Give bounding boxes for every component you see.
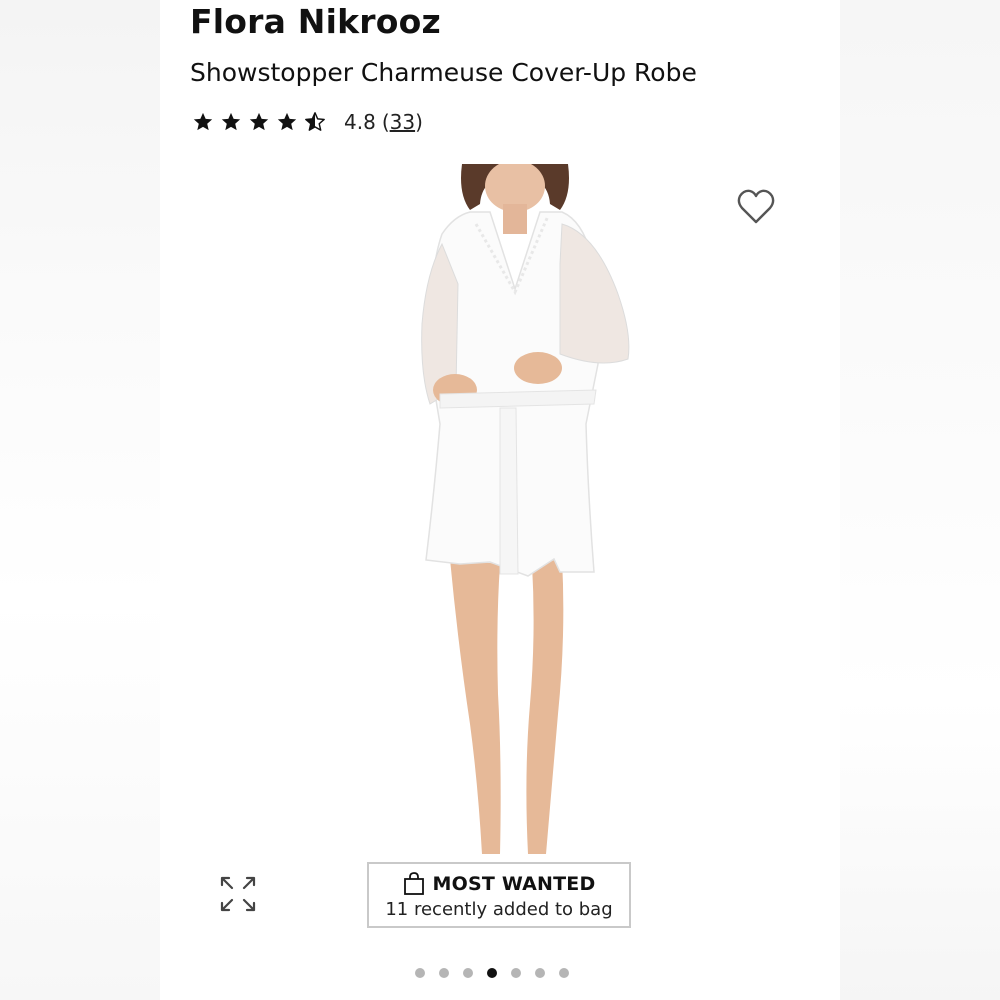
star-full-icon (277, 112, 297, 131)
review-count-open: ( (381, 110, 390, 134)
blurred-left-panel (0, 0, 165, 1000)
rating-row[interactable]: 4.8 (33) (192, 106, 423, 138)
rating-value: 4.8 (344, 110, 376, 134)
review-count-close: ) (415, 110, 423, 134)
gallery-pagination (415, 968, 569, 978)
review-count-link[interactable]: (33) (382, 110, 423, 134)
star-half-icon (305, 112, 325, 131)
shopping-bag-icon (403, 871, 424, 895)
review-count: 33 (389, 110, 416, 134)
star-full-icon (193, 112, 213, 131)
gallery-dot[interactable] (415, 968, 425, 978)
gallery-dot[interactable] (439, 968, 449, 978)
star-rating (192, 111, 326, 133)
expand-arrows-icon[interactable] (218, 874, 258, 914)
gallery-dot[interactable] (559, 968, 569, 978)
badge-subtitle: 11 recently added to bag (385, 898, 613, 920)
star-full-icon (249, 112, 269, 131)
badge-header: MOST WANTED (403, 871, 596, 897)
brand-name[interactable]: Flora Nikrooz (190, 2, 441, 41)
product-title: Showstopper Charmeuse Cover-Up Robe (190, 58, 697, 87)
product-image[interactable] (400, 164, 640, 864)
gallery-dot[interactable] (463, 968, 473, 978)
gallery-dot-active[interactable] (487, 968, 497, 978)
gallery-dot[interactable] (511, 968, 521, 978)
heart-outline-icon[interactable] (736, 188, 776, 226)
blurred-right-panel (835, 0, 1000, 1000)
product-page: Flora Nikrooz Showstopper Charmeuse Cove… (0, 0, 1000, 1000)
gallery-dot[interactable] (535, 968, 545, 978)
star-full-icon (221, 112, 241, 131)
most-wanted-badge: MOST WANTED 11 recently added to bag (367, 862, 631, 928)
badge-title: MOST WANTED (432, 872, 596, 895)
